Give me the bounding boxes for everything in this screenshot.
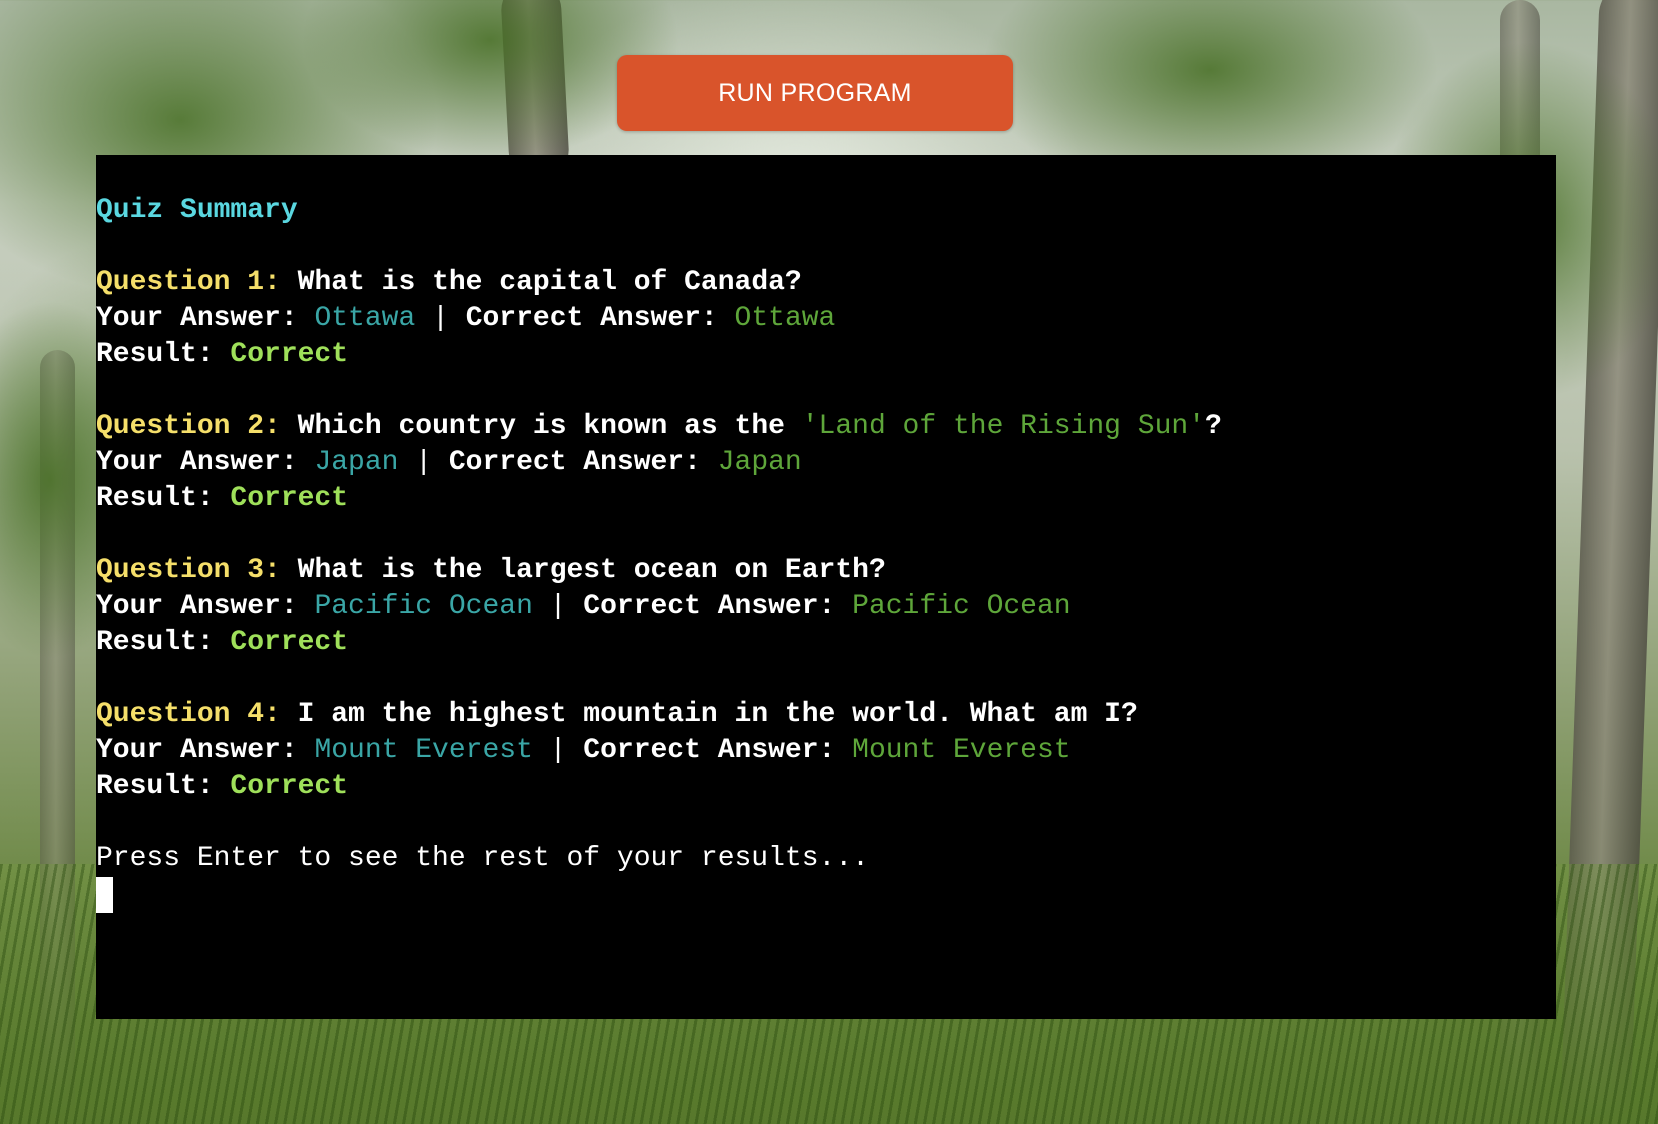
your-answer-label: Your Answer: (96, 303, 315, 334)
quiz-summary-title: Quiz Summary (96, 193, 1556, 229)
correct-answer-label: Correct Answer: (465, 303, 735, 334)
run-program-button[interactable]: RUN PROGRAM (617, 55, 1013, 131)
question-text: What is the capital of Canada? (280, 267, 802, 298)
result-label: Result: (96, 483, 231, 514)
question-label: Question 3: (96, 555, 281, 586)
your-answer-label: Your Answer: (96, 735, 315, 766)
question-text: What is the largest ocean on Earth? (280, 555, 886, 586)
correct-answer-label: Correct Answer: (583, 591, 853, 622)
terminal-cursor[interactable] (96, 877, 113, 913)
result-label: Result: (96, 771, 231, 802)
correct-answer-value: Pacific Ocean (852, 591, 1071, 622)
cursor-line (96, 877, 1556, 913)
question-label: Question 1: (96, 267, 281, 298)
continue-prompt: Press Enter to see the rest of your resu… (96, 843, 869, 874)
answer-line: Your Answer: Mount Everest | Correct Ans… (96, 733, 1556, 769)
result-label: Result: (96, 339, 231, 370)
question-text: Which country is known as the (280, 411, 802, 442)
your-answer-value: Ottawa (314, 303, 416, 334)
answer-separator: | (398, 447, 449, 478)
answer-line: Your Answer: Ottawa | Correct Answer: Ot… (96, 301, 1556, 337)
question-line: Question 2: Which country is known as th… (96, 409, 1556, 445)
result-value: Correct (230, 339, 349, 370)
correct-answer-value: Ottawa (734, 303, 836, 334)
question-line: Question 3: What is the largest ocean on… (96, 553, 1556, 589)
result-line: Result: Correct (96, 337, 1556, 373)
correct-answer-value: Mount Everest (852, 735, 1071, 766)
result-line: Result: Correct (96, 769, 1556, 805)
answer-separator: | (532, 591, 584, 622)
result-value: Correct (230, 483, 349, 514)
answer-separator: | (415, 303, 466, 334)
question-text-end: ? (1205, 411, 1222, 442)
answer-separator: | (532, 735, 584, 766)
your-answer-value: Japan (314, 447, 399, 478)
your-answer-label: Your Answer: (96, 591, 315, 622)
your-answer-value: Mount Everest (314, 735, 533, 766)
question-label: Question 2: (96, 411, 281, 442)
answer-line: Your Answer: Japan | Correct Answer: Jap… (96, 445, 1556, 481)
correct-answer-label: Correct Answer: (448, 447, 718, 478)
result-line: Result: Correct (96, 481, 1556, 517)
result-value: Correct (230, 627, 349, 658)
question-line: Question 4: I am the highest mountain in… (96, 697, 1556, 733)
question-label: Question 4: (96, 699, 281, 730)
correct-answer-label: Correct Answer: (583, 735, 853, 766)
correct-answer-value: Japan (717, 447, 802, 478)
answer-line: Your Answer: Pacific Ocean | Correct Ans… (96, 589, 1556, 625)
result-label: Result: (96, 627, 231, 658)
your-answer-value: Pacific Ocean (314, 591, 533, 622)
question-text: I am the highest mountain in the world. … (280, 699, 1138, 730)
result-value: Correct (230, 771, 349, 802)
question-quote: 'Land of the Rising Sun' (801, 411, 1205, 442)
question-line: Question 1: What is the capital of Canad… (96, 265, 1556, 301)
your-answer-label: Your Answer: (96, 447, 315, 478)
title-text: Quiz Summary (96, 195, 298, 226)
result-line: Result: Correct (96, 625, 1556, 661)
terminal-console[interactable]: Quiz Summary Question 1: What is the cap… (96, 155, 1556, 1019)
